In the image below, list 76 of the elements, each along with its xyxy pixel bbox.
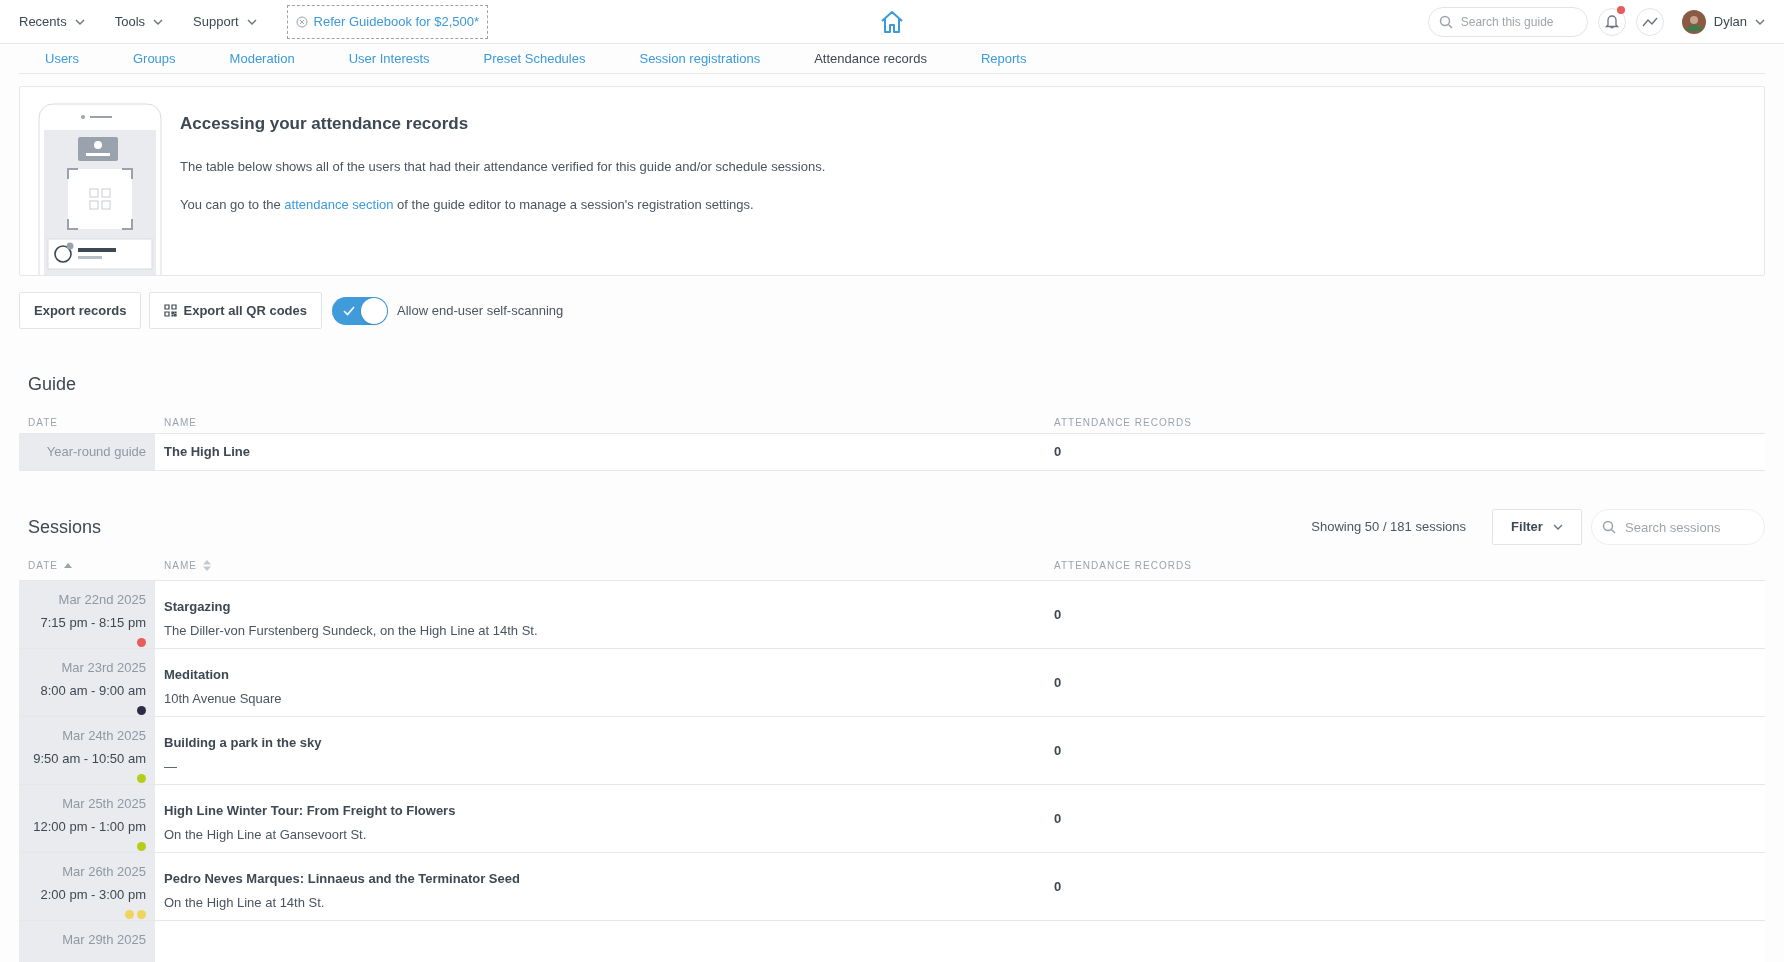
- session-name: Pedro Neves Marques: Linnaeus and the Terminator Seed: [164, 870, 521, 888]
- session-location: The Diller-von Furstenberg Sundeck, on the High Line at 14th St.: [164, 621, 539, 640]
- tab[interactable]: Reports: [980, 48, 1027, 69]
- session-time: 12:00 pm - 1:00 pm: [33, 817, 146, 836]
- search-icon: [1602, 520, 1616, 534]
- session-name: Building a park in the sky: [164, 734, 323, 752]
- card-title: Accessing your attendance records: [180, 113, 470, 135]
- tab[interactable]: Attendance records: [814, 48, 927, 69]
- tab[interactable]: Preset Schedules: [483, 48, 586, 69]
- session-count: Showing 50 / 181 sessions: [1311, 518, 1466, 537]
- description-text: You can go to the attendance section of the guide editor to manage a session's registration settings.: [180, 196, 755, 214]
- attendance-count: 0: [1054, 809, 1062, 828]
- home-icon[interactable]: [879, 9, 905, 34]
- sort-column-header[interactable]: NAME: [155, 558, 1054, 573]
- tab[interactable]: Users: [45, 48, 79, 69]
- nav-menu[interactable]: Tools: [114, 11, 164, 32]
- attendance-count: 0: [1054, 605, 1062, 624]
- session-date: Mar 29th 2025: [62, 931, 146, 949]
- tab[interactable]: Moderation: [229, 48, 295, 69]
- search-icon: [1438, 14, 1453, 29]
- search-field[interactable]: Search this guide: [1427, 6, 1588, 37]
- export-qr-button[interactable]: Export all QR codes: [149, 292, 323, 329]
- attendance-count: 0: [1054, 877, 1062, 896]
- column-header: NAME: [163, 416, 198, 430]
- avatar-icon: [1681, 9, 1706, 34]
- session-location: —: [164, 757, 178, 776]
- chevron-down-icon: [1552, 524, 1563, 530]
- chevron-down-icon: [246, 18, 257, 25]
- session-name: High Line Winter Tour: From Freight to Flowers: [164, 802, 457, 820]
- tab[interactable]: Groups: [132, 48, 176, 69]
- session-date: Mar 24th 2025: [62, 727, 146, 745]
- table-cell: Year-round guide: [19, 434, 155, 470]
- tab[interactable]: User Interests: [348, 48, 430, 69]
- column-header: DATE: [27, 416, 59, 430]
- sessions-search-field[interactable]: Search sessions: [1591, 509, 1765, 545]
- session-time: 9:50 am - 10:50 am: [33, 749, 146, 768]
- session-date: Mar 22nd 2025: [58, 591, 146, 609]
- toggle-label: Allow end-user self-scanning: [397, 301, 564, 320]
- nav-menu[interactable]: Recents: [19, 11, 85, 32]
- chevron-down-icon: [153, 18, 164, 25]
- session-time: 2:00 pm - 3:00 pm: [40, 885, 146, 904]
- user-menu[interactable]: Dylan: [1681, 9, 1765, 34]
- check-icon: [343, 305, 356, 316]
- sort-up-icon: [63, 563, 72, 568]
- chevron-down-icon: [74, 18, 85, 25]
- column-header: ATTENDANCE RECORDS: [1054, 559, 1192, 573]
- session-location: 10th Avenue Square: [164, 689, 283, 708]
- session-time: 7:15 pm - 8:15 pm: [40, 613, 146, 632]
- session-name: Meditation: [164, 666, 230, 684]
- session-date: Mar 23rd 2025: [61, 659, 146, 677]
- filter-button[interactable]: Filter: [1492, 509, 1582, 545]
- self-scanning-toggle[interactable]: [332, 296, 389, 325]
- session-date: Mar 25th 2025: [62, 795, 146, 813]
- attendance-section-link[interactable]: attendance section: [284, 197, 394, 212]
- sort-column-header[interactable]: DATE: [19, 558, 155, 573]
- sort-icon: [202, 560, 211, 571]
- session-location: On the High Line at Gansevoort St.: [164, 825, 368, 844]
- guide-heading: Guide: [28, 373, 78, 396]
- referral-button[interactable]: Refer Guidebook for $2,500*: [286, 4, 489, 39]
- attendance-count: 0: [1054, 673, 1062, 692]
- trend-line-icon: [1641, 16, 1658, 27]
- session-location: On the High Line at 14th St.: [164, 893, 326, 912]
- nav-menu[interactable]: Support: [193, 11, 257, 32]
- session-time: 8:00 am - 9:00 am: [40, 681, 146, 700]
- sessions-heading: Sessions: [27, 515, 103, 539]
- session-name: Stargazing: [164, 598, 232, 616]
- column-header: ATTENDANCE RECORDS: [1054, 416, 1192, 430]
- qr-code-icon: [164, 304, 178, 317]
- export-records-button[interactable]: Export records: [19, 292, 142, 329]
- attendance-count: 0: [1054, 741, 1062, 760]
- close-circle-icon: [295, 15, 308, 28]
- chevron-down-icon: [1755, 18, 1765, 25]
- session-date: Mar 26th 2025: [62, 863, 146, 881]
- bell-icon: [1604, 14, 1619, 29]
- description-text: The table below shows all of the users that had their attendance verified for this guide and/or schedule sessions.: [180, 157, 826, 176]
- tab[interactable]: Session registrations: [639, 48, 761, 69]
